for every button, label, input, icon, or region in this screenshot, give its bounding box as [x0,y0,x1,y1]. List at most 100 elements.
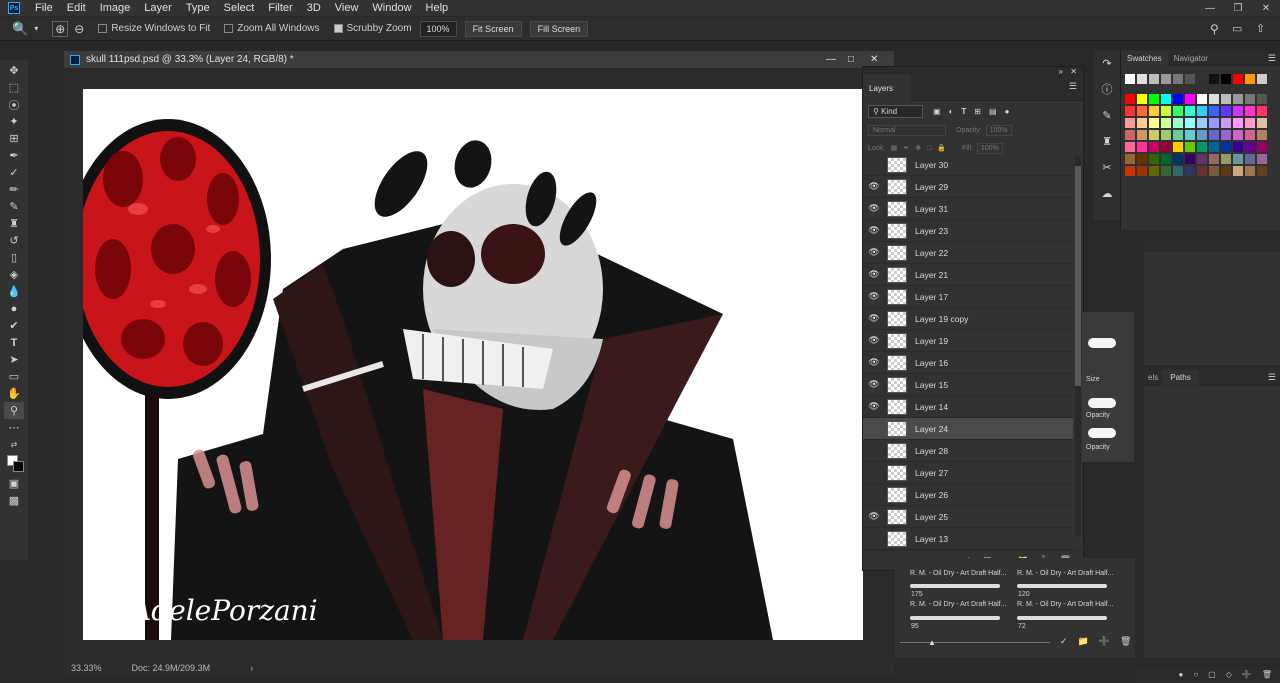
slider-handle-icon[interactable]: ▲ [928,638,936,647]
swatch[interactable] [1197,106,1207,116]
swatch[interactable] [1233,106,1243,116]
doc-restore-icon[interactable]: □ [848,54,854,65]
brush-tool-icon[interactable]: ✏ [4,181,24,198]
filter-toggle-icon[interactable]: ● [1005,107,1010,116]
menu-filter[interactable]: Filter [261,0,299,16]
swatch[interactable] [1185,166,1195,176]
swatch[interactable] [1221,118,1231,128]
swatch[interactable] [1137,130,1147,140]
zoom-all-checkbox[interactable] [224,24,234,33]
swap-colors-icon[interactable]: ⇄ [4,436,24,453]
fill-field[interactable]: 100% [976,142,1003,154]
collapse-icon[interactable]: » [1059,67,1063,76]
layer-row[interactable]: 👁 Layer 17 [863,286,1073,308]
brush-settings-icon[interactable]: ✎ [1094,102,1120,128]
layers-scrollbar[interactable] [1075,156,1081,536]
swatch[interactable] [1161,106,1171,116]
swatch[interactable] [1245,118,1255,128]
kind-filter-select[interactable]: ⚲ Kind [868,104,923,118]
eye-icon[interactable]: 👁 [863,330,885,352]
lock-image-icon[interactable]: ✒ [903,144,909,152]
layer-row[interactable]: Layer 30 [863,154,1073,176]
swatch[interactable] [1233,142,1243,152]
swatch[interactable] [1221,130,1231,140]
tab-channels[interactable]: els [1144,370,1162,385]
panel-menu-icon[interactable]: ☰ [1268,372,1276,383]
swatch[interactable] [1233,154,1243,164]
swatch[interactable] [1137,142,1147,152]
eye-icon[interactable]: 👁 [863,220,885,242]
swatch[interactable] [1125,94,1135,104]
swatch[interactable] [1233,166,1243,176]
workspace-icon[interactable]: ▭ [1232,22,1242,35]
screen-mode-icon[interactable]: ▩ [4,492,24,509]
zoom-in-icon[interactable]: ⊕ [52,20,69,37]
swatch[interactable] [1161,74,1171,84]
swatch[interactable] [1149,166,1159,176]
resize-windows-option[interactable]: Resize Windows to Fit [98,23,210,34]
crop-tool-icon[interactable]: ⊞ [4,130,24,147]
magic-wand-icon[interactable]: ✦ [4,113,24,130]
history-brush-icon[interactable]: ↺ [4,232,24,249]
chevron-right-icon[interactable]: › [250,663,253,673]
swatch[interactable] [1245,130,1255,140]
layer-row[interactable]: 👁 Layer 16 [863,352,1073,374]
swatch[interactable] [1221,166,1231,176]
swatch[interactable] [1185,142,1195,152]
move-tool-icon[interactable]: ✥ [4,62,24,79]
brush-size-slider[interactable] [900,642,1050,643]
swatch[interactable] [1257,154,1267,164]
layer-row[interactable]: Layer 13 [863,528,1073,550]
swatch[interactable] [1245,142,1255,152]
swatch[interactable] [1197,166,1207,176]
zoom-level[interactable]: 33.33% [71,663,102,673]
swatch[interactable] [1245,106,1255,116]
swatch[interactable] [1125,142,1135,152]
delete-item-icon[interactable]: 🗑 [1262,667,1272,683]
diamond-icon[interactable]: ◇ [1226,667,1232,683]
swatch[interactable] [1149,154,1159,164]
swatch[interactable] [1185,106,1195,116]
swatch[interactable] [1221,142,1231,152]
minimize-icon[interactable]: — [1196,0,1224,16]
tab-navigator[interactable]: Navigator [1168,51,1214,66]
eraser-tool-icon[interactable]: ▯ [4,249,24,266]
swatch[interactable] [1257,74,1267,84]
lock-artboard-icon[interactable]: □ [927,145,931,152]
swatch[interactable] [1209,94,1219,104]
zoom-all-option[interactable]: Zoom All Windows [224,23,320,34]
swatch[interactable] [1233,118,1243,128]
visibility-off-icon[interactable] [863,528,885,550]
swatch[interactable] [1209,130,1219,140]
layer-row[interactable]: 👁 Layer 19 [863,330,1073,352]
blend-mode-select[interactable]: Normal [868,124,946,136]
swatch[interactable] [1173,142,1183,152]
document-tab[interactable]: skull 111psd.psd @ 33.3% (Layer 24, RGB/… [64,51,894,68]
dodge-tool-icon[interactable]: ● [4,300,24,317]
swatch[interactable] [1149,106,1159,116]
swatch[interactable] [1245,94,1255,104]
brush-preset-label[interactable]: R. M. - Oil Dry - Art Draft Half... [1017,570,1113,577]
swatch[interactable] [1149,94,1159,104]
swatch[interactable] [1233,94,1243,104]
swatch[interactable] [1137,154,1147,164]
panel-menu-icon[interactable]: ☰ [1069,81,1077,92]
scrubby-zoom-checkbox[interactable] [333,24,343,33]
swatch[interactable] [1209,106,1219,116]
canvas[interactable]: AdelePorzani [83,89,863,640]
swatch[interactable] [1197,154,1207,164]
eye-icon[interactable]: 👁 [863,396,885,418]
zoom-out-icon[interactable]: ⊖ [74,22,84,36]
swatch[interactable] [1137,74,1147,84]
eye-icon[interactable]: 👁 [863,506,885,528]
swatch[interactable] [1209,142,1219,152]
layer-row[interactable]: Layer 27 [863,462,1073,484]
swatch[interactable] [1149,118,1159,128]
swatch[interactable] [1173,74,1183,84]
paint-bucket-icon[interactable]: ◈ [4,266,24,283]
doc-close-icon[interactable]: ✕ [870,54,878,65]
swatch[interactable] [1257,130,1267,140]
circle-icon[interactable]: ○ [1193,667,1198,683]
color-swatches[interactable] [4,453,24,475]
swatch[interactable] [1161,118,1171,128]
